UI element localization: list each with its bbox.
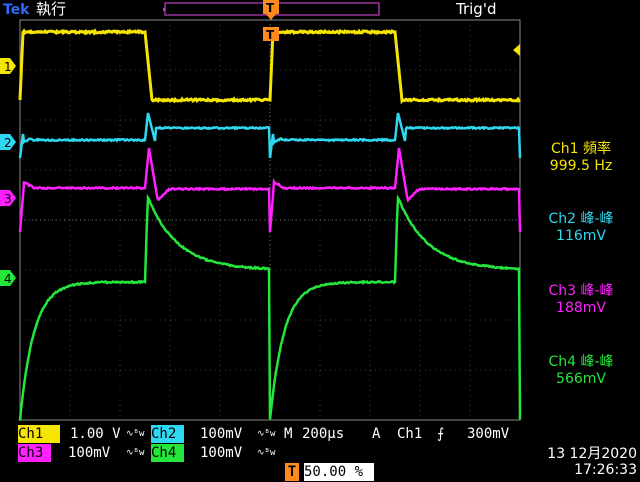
ch4-label[interactable]: Ch4 [151,444,184,462]
measurement-label: Ch1 頻率 [525,141,637,158]
trigger-level[interactable]: 300mV [467,425,523,443]
ch3-coupling-icon: ∿ᴮw [126,444,150,462]
run-state: 執行 [36,0,66,18]
trigger-source[interactable]: Ch1 [397,425,437,443]
ch2-scale[interactable]: 100mV [200,425,256,443]
timebase-scale[interactable]: 200µs [302,425,362,443]
trigger-position-value[interactable]: 50.00 % [304,463,374,481]
trigger-position-icon: T [285,463,299,481]
rising-edge-icon: ⨍ [437,425,453,443]
measurement-ch1-frequency: Ch1 頻率 999.5 Hz [525,141,637,175]
svg-text:4: 4 [4,272,12,286]
measurement-value: 116mV [525,228,637,245]
date-display: 13 12月2020 [525,446,637,462]
measurement-label: Ch4 峰-峰 [525,354,637,371]
ch3-label[interactable]: Ch3 [18,444,51,462]
svg-text:T: T [266,1,275,15]
acquisition-state: A [372,425,386,443]
ch1-label[interactable]: Ch1 [18,425,60,443]
measurement-ch4-peak-to-peak: Ch4 峰-峰 566mV [525,354,637,388]
trigger-position-marker[interactable]: T [263,14,279,42]
svg-text:1: 1 [4,60,12,74]
measurement-ch2-peak-to-peak: Ch2 峰-峰 116mV [525,211,637,245]
ch3-scale[interactable]: 100mV [68,444,126,462]
svg-text:T: T [266,28,275,42]
ch3-ground-marker[interactable]: 3 [0,190,16,206]
ch2-coupling-icon: ∿ᴮw [257,425,283,443]
ch2-ground-marker[interactable]: 2 [0,134,16,150]
status-bar-top: Ch1 1.00 V ∿ᴮw Ch2 100mV ∿ᴮw M 200µs A C… [0,424,520,444]
measurement-label: Ch3 峰-峰 [525,283,637,300]
brand-logo: Tek [3,2,30,18]
ch1-ground-marker[interactable]: 1 [0,58,16,74]
record-trigger-position: T [263,0,279,15]
measurement-value: 999.5 Hz [525,158,637,175]
ch4-scale[interactable]: 100mV [200,444,256,462]
ch4-ground-marker[interactable]: 4 [0,270,16,286]
measurement-ch3-peak-to-peak: Ch3 峰-峰 188mV [525,283,637,317]
svg-text:2: 2 [4,136,12,150]
ch2-label[interactable]: Ch2 [151,425,184,443]
trigger-position-bar: T 50.00 % [0,462,380,482]
timebase-mode: M [284,425,298,443]
svg-text:3: 3 [4,192,12,206]
measurement-value: 566mV [525,371,637,388]
ch4-coupling-icon: ∿ᴮw [257,444,283,462]
status-bar-bottom: Ch3 100mV ∿ᴮw Ch4 100mV ∿ᴮw [0,443,520,463]
ch1-coupling-icon: ∿ᴮw [126,425,150,443]
measurement-value: 188mV [525,300,637,317]
time-display: 17:26:33 [525,462,637,478]
measurement-label: Ch2 峰-峰 [525,211,637,228]
trigger-status: Trig'd [455,0,496,18]
trigger-level-marker[interactable] [513,44,520,56]
